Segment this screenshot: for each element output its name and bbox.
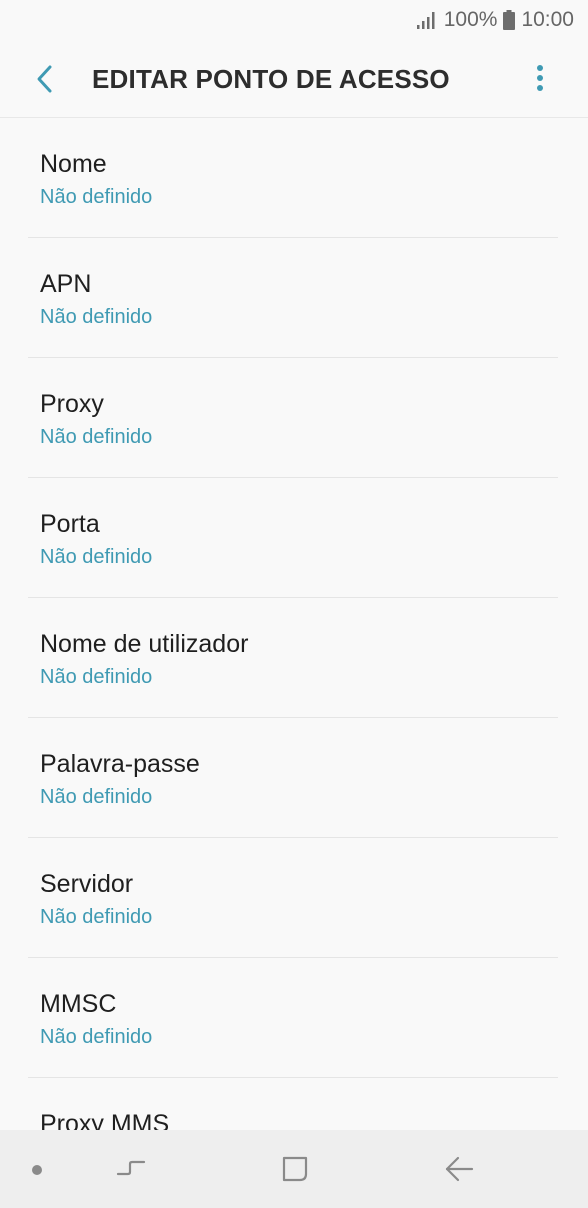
item-label: Nome bbox=[40, 150, 107, 178]
item-label: Porta bbox=[40, 510, 100, 538]
item-label: Nome de utilizador bbox=[40, 630, 249, 658]
page-title: EDITAR PONTO DE ACESSO bbox=[92, 64, 450, 94]
item-value: Não definido bbox=[40, 306, 153, 328]
item-label: Proxy bbox=[40, 390, 104, 418]
more-vertical-icon bbox=[537, 65, 543, 91]
battery-percentage: 100% bbox=[443, 8, 498, 31]
item-value: Não definido bbox=[40, 786, 153, 808]
apn-settings-list: Nome Não definido APN Não definido Proxy… bbox=[0, 118, 588, 1130]
list-item-porta[interactable]: Porta Não definido bbox=[0, 478, 588, 598]
item-label: MMSC bbox=[40, 990, 117, 1018]
list-item-apn[interactable]: APN Não definido bbox=[0, 238, 588, 358]
back-nav-button[interactable] bbox=[442, 1152, 476, 1186]
home-icon bbox=[282, 1156, 308, 1182]
item-label: APN bbox=[40, 270, 92, 298]
status-bar: 100% 10:00 bbox=[0, 0, 588, 40]
recent-apps-button[interactable] bbox=[114, 1152, 148, 1186]
recent-apps-icon bbox=[116, 1160, 146, 1176]
battery-full-icon bbox=[503, 10, 516, 30]
back-icon bbox=[445, 1156, 474, 1182]
back-button[interactable] bbox=[28, 62, 62, 96]
status-time: 10:00 bbox=[521, 8, 574, 31]
navigation-bar bbox=[0, 1130, 588, 1208]
home-button[interactable] bbox=[278, 1152, 312, 1186]
list-item-palavra-passe[interactable]: Palavra-passe Não definido bbox=[0, 718, 588, 838]
item-label: Palavra-passe bbox=[40, 750, 200, 778]
signal-bars-icon bbox=[416, 12, 435, 29]
list-item-servidor[interactable]: Servidor Não definido bbox=[0, 838, 588, 958]
chevron-left-icon bbox=[37, 65, 52, 93]
list-item-proxy[interactable]: Proxy Não definido bbox=[0, 358, 588, 478]
list-item-mmsc[interactable]: MMSC Não definido bbox=[0, 958, 588, 1078]
item-value: Não definido bbox=[40, 666, 153, 688]
item-value: Não definido bbox=[40, 1026, 153, 1048]
list-item-nome-de-utilizador[interactable]: Nome de utilizador Não definido bbox=[0, 598, 588, 718]
app-bar: EDITAR PONTO DE ACESSO bbox=[0, 40, 588, 118]
item-label: Proxy MMS bbox=[40, 1110, 170, 1130]
more-options-button[interactable] bbox=[530, 62, 550, 96]
screen: 100% 10:00 EDITAR PONTO DE ACESSO Nome N… bbox=[0, 0, 588, 1208]
dot-indicator-icon bbox=[32, 1165, 42, 1175]
item-label: Servidor bbox=[40, 870, 134, 898]
list-item-nome[interactable]: Nome Não definido bbox=[0, 118, 588, 238]
item-value: Não definido bbox=[40, 186, 153, 208]
list-item-proxy-mms[interactable]: Proxy MMS bbox=[0, 1078, 588, 1130]
item-value: Não definido bbox=[40, 546, 153, 568]
item-value: Não definido bbox=[40, 426, 153, 448]
item-value: Não definido bbox=[40, 906, 153, 928]
